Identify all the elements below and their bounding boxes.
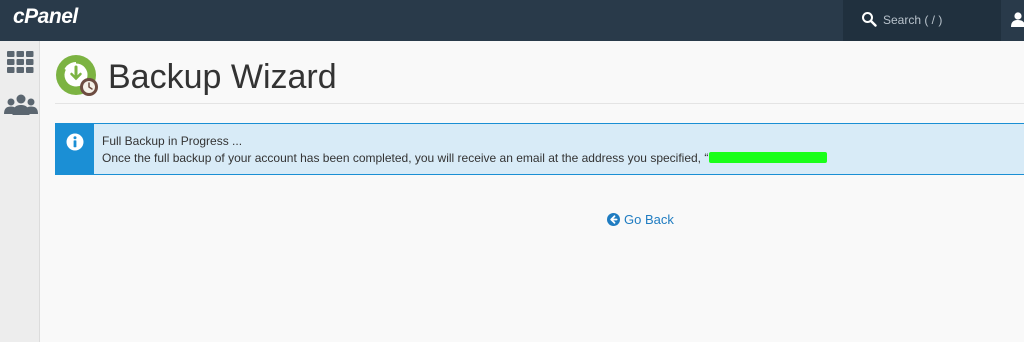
alert-icon-strip xyxy=(56,124,94,174)
go-back-link[interactable]: Go Back xyxy=(607,212,674,227)
arrow-left-circle-icon xyxy=(607,213,620,226)
users-icon[interactable] xyxy=(4,94,38,116)
grid-icon[interactable] xyxy=(7,51,34,73)
info-alert: Full Backup in Progress ... Once the ful… xyxy=(55,123,1024,175)
backup-wizard-icon xyxy=(56,55,98,96)
info-icon xyxy=(66,133,84,151)
top-navbar: cPanel xyxy=(0,0,1024,41)
alert-title: Full Backup in Progress ... xyxy=(102,134,243,148)
search-box[interactable] xyxy=(843,0,1001,41)
search-icon xyxy=(862,12,877,27)
sidebar xyxy=(0,41,40,342)
alert-message: Once the full backup of your account has… xyxy=(102,151,709,165)
go-back-label: Go Back xyxy=(624,212,674,227)
cpanel-logo[interactable]: cPanel xyxy=(13,5,78,29)
search-input[interactable] xyxy=(883,10,993,30)
page-title: Backup Wizard xyxy=(108,58,337,96)
title-divider xyxy=(55,103,1024,104)
user-icon[interactable] xyxy=(1010,11,1024,27)
redacted-email xyxy=(709,152,828,163)
alert-message-line: Once the full backup of your account has… xyxy=(102,151,828,165)
